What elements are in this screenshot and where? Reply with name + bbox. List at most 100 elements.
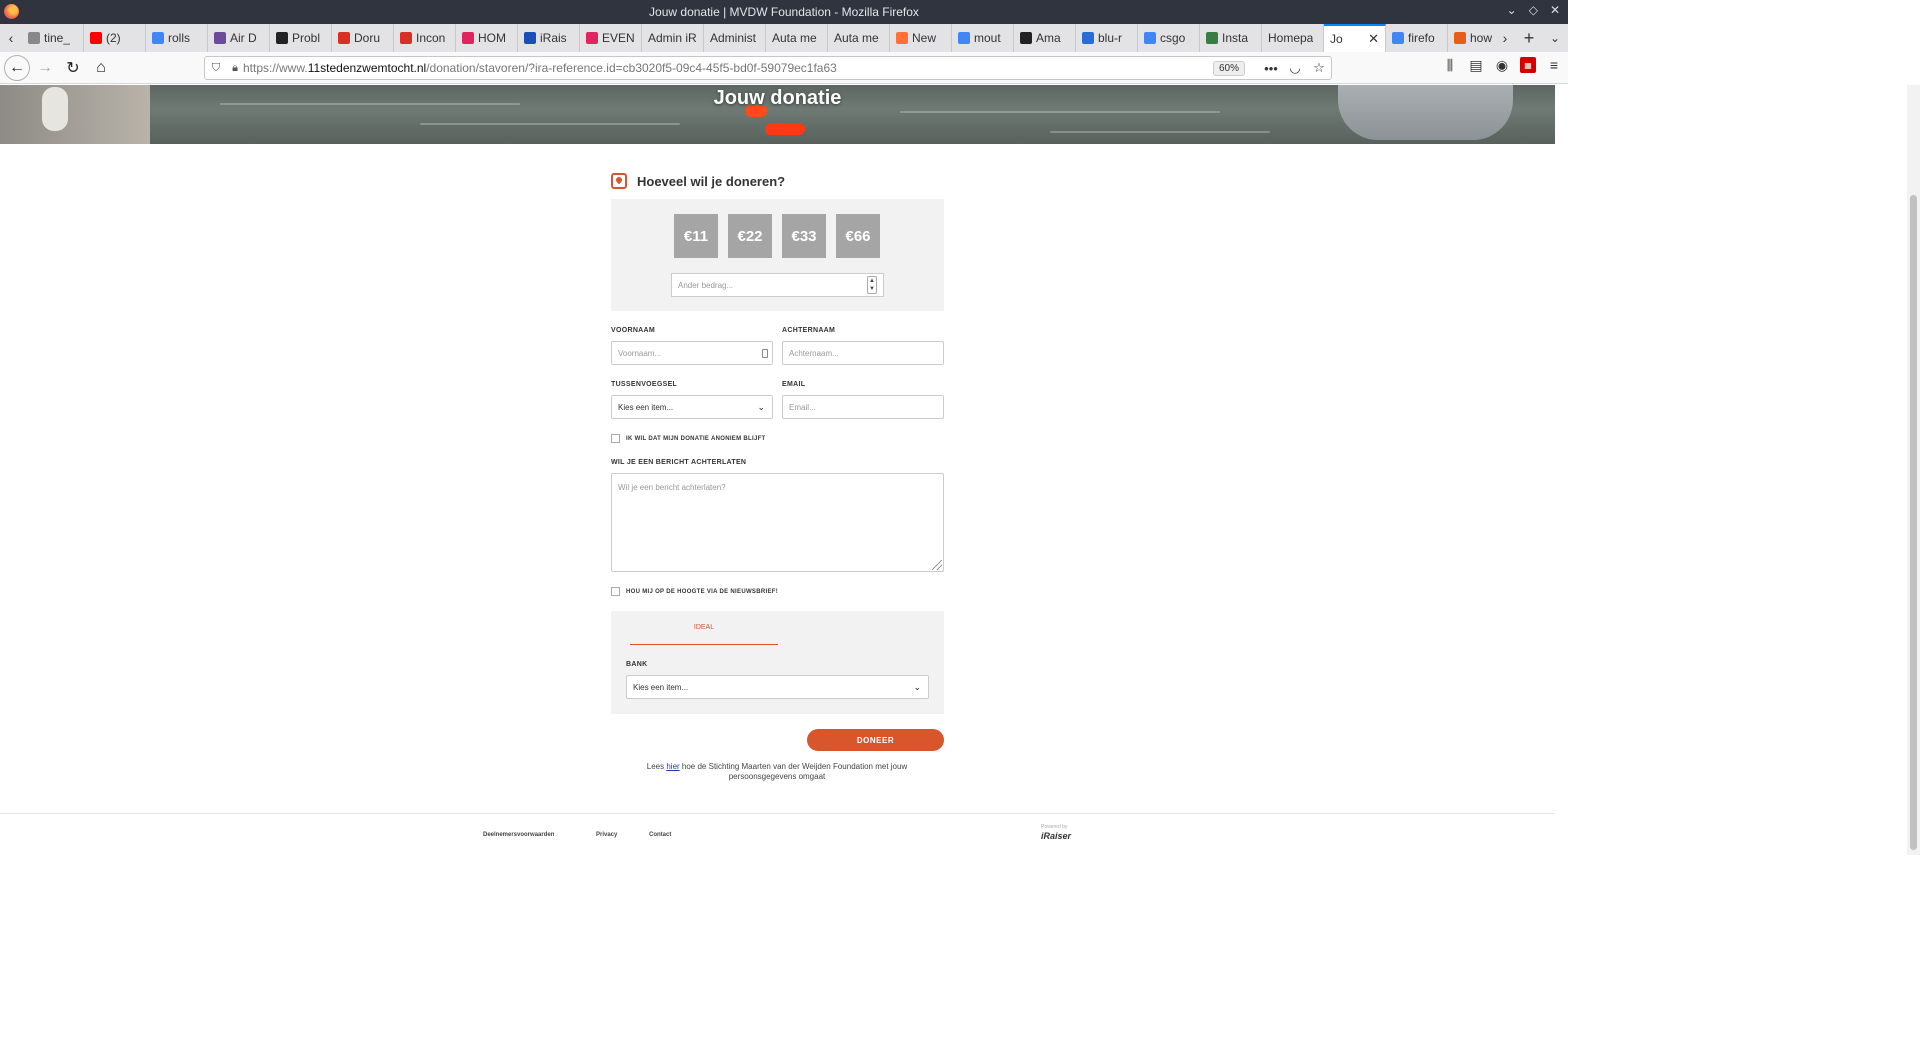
tab-3[interactable]: Air D <box>208 24 270 52</box>
firstname-input[interactable]: Voornaam... <box>611 341 773 365</box>
sidebar-icon[interactable]: ▤ <box>1468 57 1484 73</box>
stepper-up-icon[interactable]: ▲ <box>869 278 875 284</box>
tab-7[interactable]: HOM <box>456 24 518 52</box>
maximize-icon[interactable]: ◇ <box>1529 3 1538 17</box>
url-domain: 11stedenzwemtocht.nl <box>307 61 427 75</box>
tab-14[interactable]: New <box>890 24 952 52</box>
close-window-icon[interactable]: ✕ <box>1550 3 1560 17</box>
list-all-tabs-icon[interactable]: ⌄ <box>1542 24 1568 52</box>
anonymous-checkbox-row[interactable]: IK WIL DAT MIJN DONATIE ANONIEM BLIJFT <box>611 434 766 443</box>
infix-select[interactable]: Kies een item... ⌄ <box>611 395 773 419</box>
tab-16[interactable]: Ama <box>1014 24 1076 52</box>
window-controls: ⌄ ◇ ✕ <box>1507 3 1560 17</box>
heart-letter-icon <box>611 173 627 189</box>
library-icon[interactable]: ⫼ <box>1442 57 1458 73</box>
bookmark-star-icon[interactable]: ☆ <box>1307 60 1331 76</box>
resize-grip-icon[interactable] <box>932 560 942 570</box>
newsletter-checkbox[interactable] <box>611 587 620 596</box>
minimize-icon[interactable]: ⌄ <box>1507 3 1517 17</box>
close-tab-icon[interactable]: ✕ <box>1368 31 1379 47</box>
tab-title: Jo <box>1330 32 1343 46</box>
scrollbar-thumb[interactable] <box>1910 195 1917 850</box>
back-icon[interactable]: ← <box>4 54 30 81</box>
tab-20[interactable]: Homepa <box>1262 24 1324 52</box>
extension-icon[interactable]: ▦ <box>1520 57 1536 73</box>
tracking-shield-icon[interactable]: ⛉ <box>205 62 227 75</box>
bank-value: Kies een item... <box>633 682 689 692</box>
message-textarea[interactable]: Wil je een bericht achterlaten? <box>611 473 944 572</box>
message-label: WIL JE EEN BERICHT ACHTERLATEN <box>611 459 747 466</box>
autofill-key-icon[interactable] <box>762 349 768 358</box>
tab-18[interactable]: csgo <box>1138 24 1200 52</box>
new-tab-icon[interactable]: + <box>1516 24 1542 52</box>
forward-icon[interactable]: → <box>32 55 58 81</box>
footer-link-terms[interactable]: Deelnemersvoorwaarden <box>483 832 554 838</box>
tab-ideal[interactable]: IDEAL <box>630 624 778 645</box>
pocket-icon[interactable]: ◡ <box>1283 60 1307 76</box>
other-amount-input[interactable]: Ander bedrag... ▲ ▼ <box>671 273 884 297</box>
donate-button[interactable]: DONEER <box>807 729 944 751</box>
tab-2[interactable]: rolls <box>146 24 208 52</box>
menu-icon[interactable]: ≡ <box>1546 57 1562 73</box>
tab-22[interactable]: firefo <box>1386 24 1448 52</box>
tab-scroll-right-icon[interactable]: › <box>1494 24 1516 52</box>
amount-button[interactable]: €22 <box>728 214 772 258</box>
tab-title: rolls <box>168 31 191 45</box>
infix-label: TUSSENVOEGSEL <box>611 381 678 388</box>
tab-0[interactable]: tine_ <box>22 24 84 52</box>
tab-15[interactable]: mout <box>952 24 1014 52</box>
email-input[interactable]: Email... <box>782 395 944 419</box>
footer-link-contact[interactable]: Contact <box>649 832 671 838</box>
iraiser-icon <box>586 32 598 44</box>
tab-12[interactable]: Auta me <box>766 24 828 52</box>
tab-11[interactable]: Administ <box>704 24 766 52</box>
tab-title: Probl <box>292 31 321 45</box>
bank-select[interactable]: Kies een item... ⌄ <box>626 675 929 699</box>
zoom-level[interactable]: 60% <box>1212 60 1245 76</box>
tab-title: HOM <box>478 31 506 45</box>
account-icon[interactable]: ◉ <box>1494 57 1510 73</box>
tab-4[interactable]: Probl <box>270 24 332 52</box>
reload-icon[interactable]: ↻ <box>60 55 86 81</box>
tab-6[interactable]: Incon <box>394 24 456 52</box>
lastname-placeholder: Achternaam... <box>789 348 839 358</box>
tab-19[interactable]: Insta <box>1200 24 1262 52</box>
page-content: Jouw donatie Hoeveel wil je doneren? €11… <box>0 85 1555 855</box>
iraiser-logo[interactable]: iRaiser <box>1041 831 1071 841</box>
tab-scroll-left-icon[interactable]: ‹ <box>0 24 22 52</box>
lock-icon[interactable]: 🔒︎ <box>227 62 243 75</box>
tab-title: Auta me <box>834 31 879 45</box>
url-bar[interactable]: ⛉ 🔒︎ https://www.11stedenzwemtocht.nl/do… <box>204 56 1332 80</box>
lastname-input[interactable]: Achternaam... <box>782 341 944 365</box>
tab-23[interactable]: how <box>1448 24 1494 52</box>
tab-title: how <box>1470 31 1493 45</box>
footer-link-privacy[interactable]: Privacy <box>596 832 617 838</box>
page-scrollbar[interactable] <box>1907 85 1920 855</box>
url-text[interactable]: https://www.11stedenzwemtocht.nl/donatio… <box>243 61 1213 75</box>
home-icon[interactable]: ⌂ <box>88 55 114 81</box>
tab-icon <box>28 32 40 44</box>
tab-17[interactable]: blu-r <box>1076 24 1138 52</box>
tab-10[interactable]: Admin iR <box>642 24 704 52</box>
stepper-down-icon[interactable]: ▼ <box>869 286 875 292</box>
tab-title: New <box>912 31 937 45</box>
url-path: /donation/stavoren/?ira-reference.id=cb3… <box>426 61 837 75</box>
tab-9[interactable]: EVEN <box>580 24 642 52</box>
amount-button[interactable]: €66 <box>836 214 880 258</box>
anonymous-checkbox[interactable] <box>611 434 620 443</box>
tab-1[interactable]: (2) <box>84 24 146 52</box>
email-label: EMAIL <box>782 381 806 388</box>
amount-button[interactable]: €33 <box>782 214 826 258</box>
tab-21[interactable]: Jo ✕ <box>1324 24 1386 52</box>
google-icon <box>958 32 970 44</box>
newsletter-checkbox-row[interactable]: HOU MIJ OP DE HOOGTE VIA DE NIEUWSBRIEF! <box>611 587 778 596</box>
tab-title: Homepa <box>1268 31 1314 45</box>
amount-button[interactable]: €11 <box>674 214 718 258</box>
amount-stepper[interactable]: ▲ ▼ <box>867 276 877 294</box>
tab-13[interactable]: Auta me <box>828 24 890 52</box>
privacy-link[interactable]: hier <box>666 762 679 771</box>
tab-5[interactable]: Doru <box>332 24 394 52</box>
tab-8[interactable]: iRais <box>518 24 580 52</box>
page-actions-icon[interactable]: ••• <box>1259 61 1283 76</box>
url-prefix: https://www. <box>243 61 308 75</box>
